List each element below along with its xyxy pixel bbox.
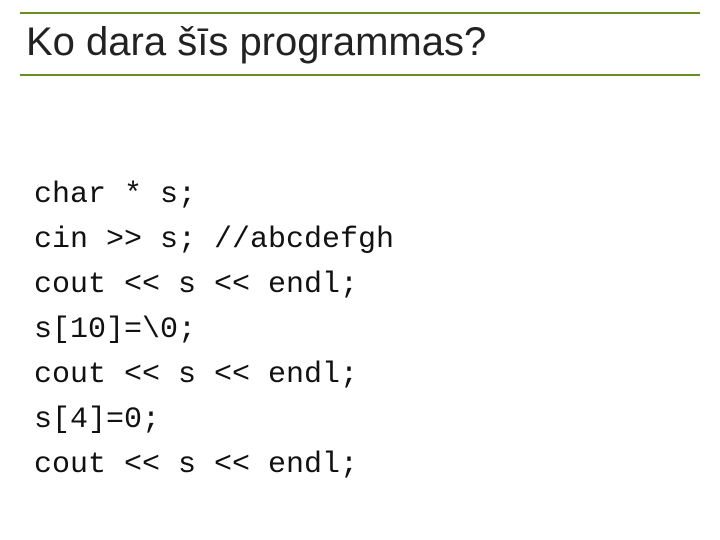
code-line: s[10]=\0; <box>34 313 196 347</box>
title-block: Ko dara šīs programmas? <box>20 12 700 76</box>
code-line: s[4]=0; <box>34 403 160 437</box>
slide-title: Ko dara šīs programmas? <box>20 14 700 74</box>
code-line: cout << s << endl; <box>34 448 358 482</box>
code-line: cout << s << endl; <box>34 268 358 302</box>
code-line: cin >> s; //abcdefgh <box>34 223 394 257</box>
code-line: cout << s << endl; <box>34 358 358 392</box>
title-rule-bottom <box>20 74 700 76</box>
code-line: char * s; <box>34 178 196 212</box>
code-block: char * s; cin >> s; //abcdefgh cout << s… <box>34 128 394 533</box>
slide: Ko dara šīs programmas? char * s; cin >>… <box>0 0 720 540</box>
